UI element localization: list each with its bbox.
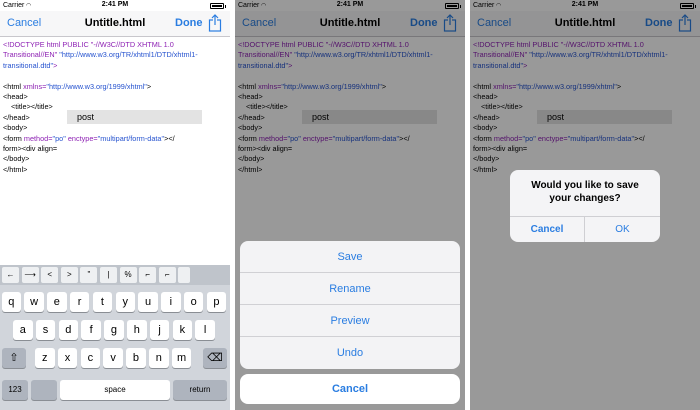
- accessory-key[interactable]: ⌐: [158, 267, 176, 283]
- sheet-cancel-button[interactable]: Cancel: [240, 374, 460, 404]
- key-j[interactable]: j: [149, 320, 170, 340]
- code-html-open: <html: [3, 81, 24, 91]
- screen-save-alert: Carrier ◠ 2:41 PM Cancel Untitle.html Do…: [470, 0, 700, 410]
- key-h[interactable]: h: [127, 320, 147, 340]
- code-xmlns-attr: xmlns=: [23, 81, 47, 91]
- key-e[interactable]: e: [47, 292, 67, 312]
- key-s[interactable]: s: [35, 320, 56, 340]
- code-xmlns-value: "http://www.w3.org/1999/xhtml": [46, 81, 147, 91]
- shift-icon[interactable]: ⇧: [2, 348, 26, 368]
- status-bar: Carrier ◠ 2:41 PM: [0, 0, 230, 11]
- key-w[interactable]: w: [24, 292, 44, 312]
- accessory-key[interactable]: <: [41, 267, 59, 283]
- accessory-key[interactable]: |: [100, 267, 117, 283]
- code-form-open: <form: [3, 133, 24, 143]
- numbers-key[interactable]: 123: [2, 380, 28, 400]
- accessory-key-overflow[interactable]: [178, 267, 191, 283]
- key-f[interactable]: f: [81, 320, 101, 340]
- key-p[interactable]: p: [206, 292, 227, 312]
- alert-cancel-button[interactable]: Cancel: [510, 217, 585, 242]
- key-r[interactable]: r: [69, 292, 90, 312]
- done-button[interactable]: Done: [175, 17, 203, 29]
- code-method-attr: method=: [23, 133, 53, 143]
- accessory-key[interactable]: >: [60, 267, 78, 283]
- save-action[interactable]: Save: [240, 241, 460, 273]
- code-html-close: </html>: [3, 164, 28, 174]
- key-l[interactable]: l: [195, 320, 215, 340]
- alert-ok-button[interactable]: OK: [585, 217, 660, 242]
- undo-action[interactable]: Undo: [240, 337, 460, 369]
- code-enctype-value: "multipart/form-data": [97, 133, 165, 143]
- rename-action[interactable]: Rename: [240, 273, 460, 305]
- code-dtd-url-2: transitional.dtd": [3, 60, 54, 70]
- code-head-open: <head>: [3, 91, 28, 101]
- key-b[interactable]: b: [126, 348, 146, 368]
- key-t[interactable]: t: [92, 292, 113, 312]
- code-head-close: </head>: [3, 112, 30, 122]
- alert-buttons: Cancel OK: [510, 216, 660, 242]
- code-doctype-end: >: [53, 60, 58, 70]
- code-editor[interactable]: <!DOCTYPE html PUBLIC "-//W3C//DTD XHTML…: [3, 40, 227, 175]
- key-o[interactable]: o: [183, 292, 204, 312]
- code-doctype: <!DOCTYPE html PUBLIC "-//W3C//DTD XHTML…: [3, 40, 174, 49]
- code-method-value: "po": [52, 133, 66, 143]
- accessory-key[interactable]: ": [80, 267, 98, 283]
- code-enctype-attr: enctype=: [65, 133, 98, 143]
- key-q[interactable]: q: [1, 292, 21, 312]
- screen-action-sheet: Carrier ◠ 2:41 PM Cancel Untitle.html Do…: [235, 0, 465, 410]
- key-a[interactable]: a: [13, 320, 33, 340]
- code-gt: >: [146, 81, 152, 91]
- key-v[interactable]: v: [103, 348, 123, 368]
- status-time: 2:41 PM: [101, 1, 129, 8]
- accessory-key[interactable]: %: [119, 267, 137, 283]
- action-sheet: Save Rename Preview Undo: [240, 241, 460, 369]
- key-c[interactable]: c: [80, 348, 101, 368]
- key-k[interactable]: k: [172, 320, 193, 340]
- key-i[interactable]: i: [161, 292, 181, 312]
- post-suggestion-field[interactable]: post: [67, 110, 202, 124]
- key-y[interactable]: y: [115, 292, 135, 312]
- save-alert: Would you like to save your changes? Can…: [510, 170, 660, 242]
- accessory-key[interactable]: ←: [2, 267, 19, 283]
- preview-action[interactable]: Preview: [240, 305, 460, 337]
- code-title-tags: <title></title>: [11, 102, 53, 112]
- key-d[interactable]: d: [58, 320, 79, 340]
- code-form-close: form><div align=: [3, 143, 58, 153]
- key-g[interactable]: g: [104, 320, 124, 340]
- space-key[interactable]: space: [60, 380, 170, 400]
- accessory-key[interactable]: ⟶: [21, 267, 39, 283]
- accessory-key[interactable]: ⌐: [139, 267, 157, 283]
- code-dtd-url: "http://www.w3.org/TR/xhtml1/DTD/xhtml1-: [59, 50, 198, 60]
- keyboard: ← ⟶ < > " |% ⌐ ⌐ q w e r t y u i o p a s d f g h j k l ⇧ z x c v b n m ⌫ 12…: [0, 265, 230, 410]
- delete-icon[interactable]: ⌫: [203, 348, 227, 368]
- key-m[interactable]: m: [171, 348, 192, 368]
- key-x[interactable]: x: [57, 348, 78, 368]
- navigation-bar: Cancel Untitle.html Done: [0, 11, 230, 37]
- key-z[interactable]: z: [35, 348, 55, 368]
- screen-editor: Carrier ◠ 2:41 PM Cancel Untitle.html Do…: [0, 0, 230, 410]
- return-key[interactable]: return: [173, 380, 227, 400]
- accessory-key-row: ← ⟶ < > " |% ⌐ ⌐: [0, 265, 230, 285]
- key-u[interactable]: u: [138, 292, 158, 312]
- alert-message: Would you like to save your changes?: [531, 180, 639, 204]
- code-doctype-2: Transitional//EN": [3, 50, 60, 60]
- key-n[interactable]: n: [149, 348, 169, 368]
- battery-icon: [210, 3, 226, 9]
- code-form-tail: ></: [164, 133, 175, 143]
- globe-key[interactable]: [31, 380, 57, 400]
- code-body-close: </body>: [3, 154, 30, 164]
- code-body-open: <body>: [3, 123, 28, 133]
- share-icon[interactable]: [208, 14, 222, 32]
